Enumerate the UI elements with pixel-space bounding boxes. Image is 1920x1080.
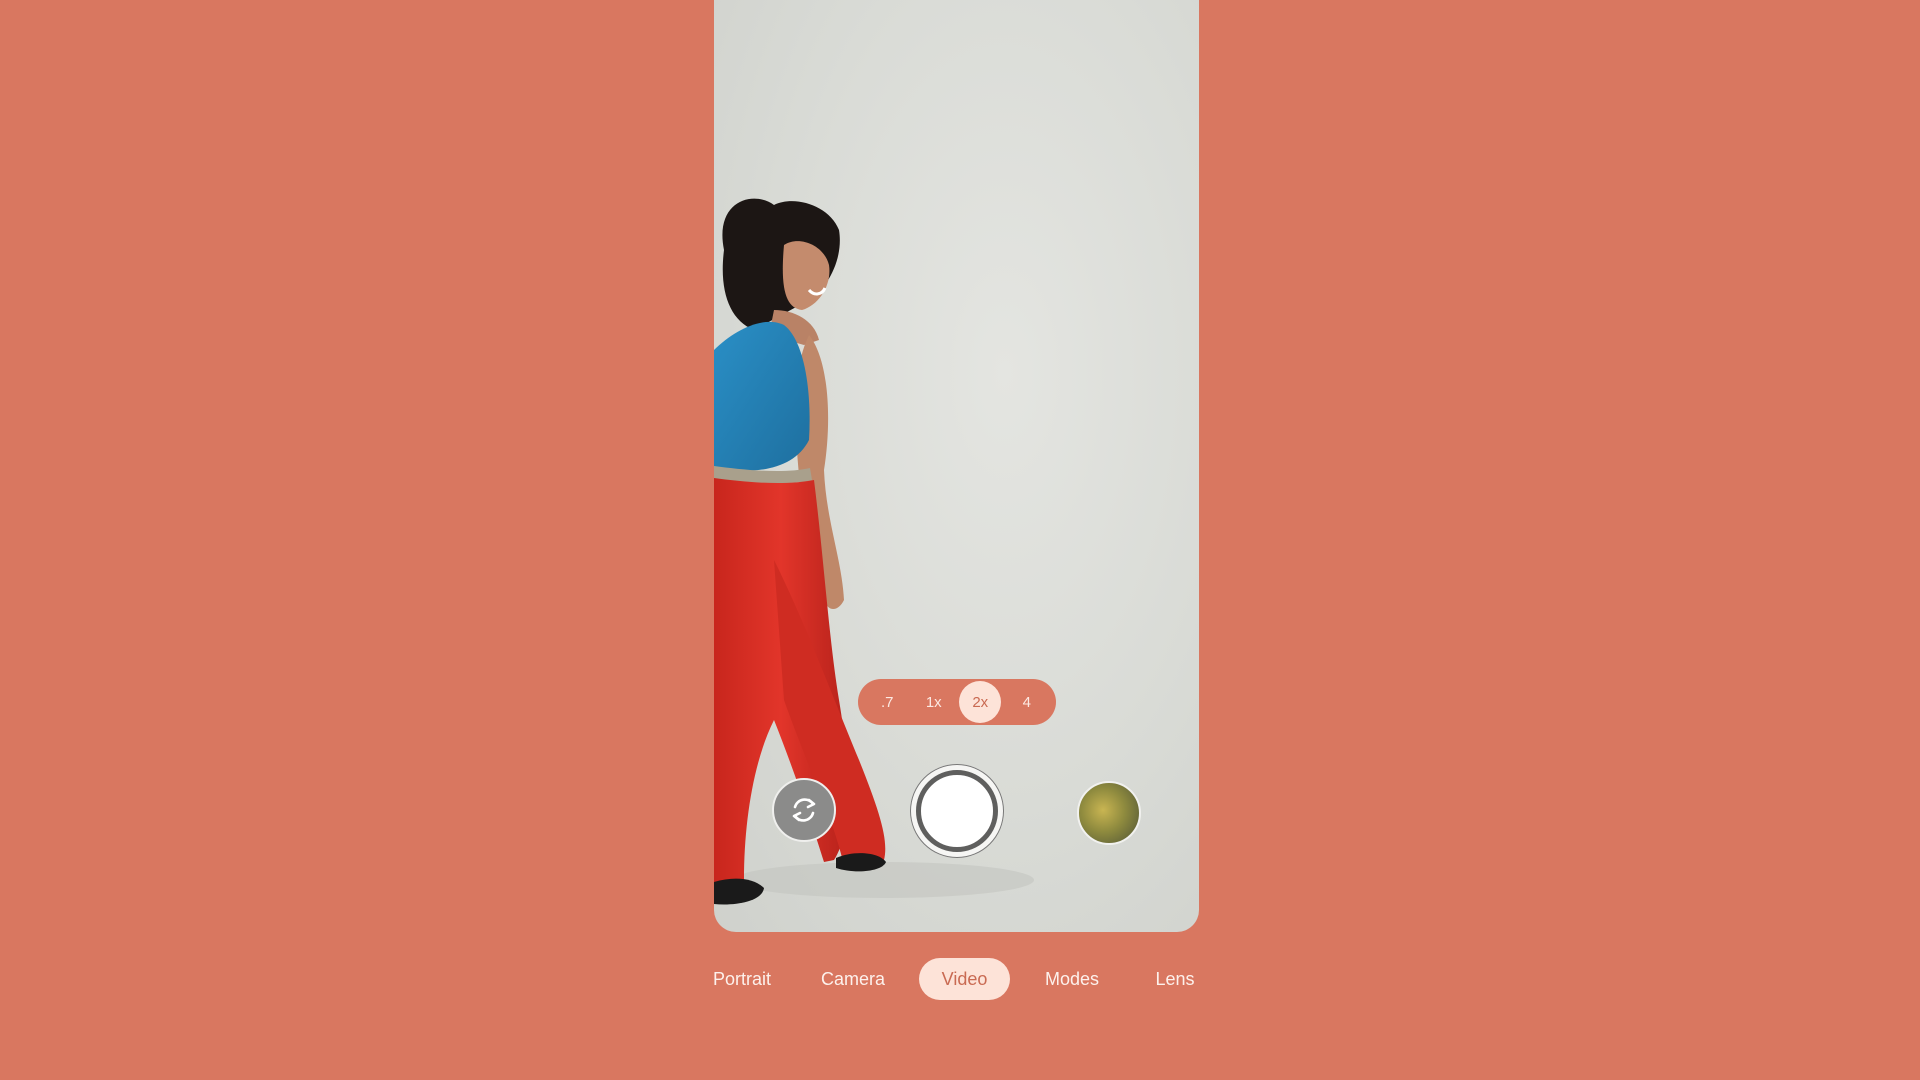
- zoom-selector: .7 1x 2x 4: [858, 679, 1056, 725]
- zoom-option-1x[interactable]: 1x: [913, 681, 955, 723]
- mode-tab-camera[interactable]: Camera: [810, 958, 896, 1000]
- shutter-icon: [916, 770, 998, 852]
- mode-tab-video[interactable]: Video: [919, 958, 1010, 1000]
- gallery-thumbnail[interactable]: [1077, 781, 1141, 845]
- mode-tab-modes[interactable]: Modes: [1034, 958, 1110, 1000]
- camera-flip-icon: [792, 798, 816, 822]
- mode-tab-lens[interactable]: Lens: [1142, 958, 1208, 1000]
- mode-tab-portrait[interactable]: Portrait: [700, 958, 784, 1000]
- flip-camera-button[interactable]: [772, 778, 836, 842]
- zoom-option-4[interactable]: 4: [1006, 681, 1048, 723]
- mode-bar: Portrait Camera Video Modes Lens: [0, 958, 1920, 1000]
- shutter-button[interactable]: [910, 764, 1004, 858]
- zoom-option-2x[interactable]: 2x: [959, 681, 1002, 723]
- zoom-option-0-7[interactable]: .7: [866, 681, 908, 723]
